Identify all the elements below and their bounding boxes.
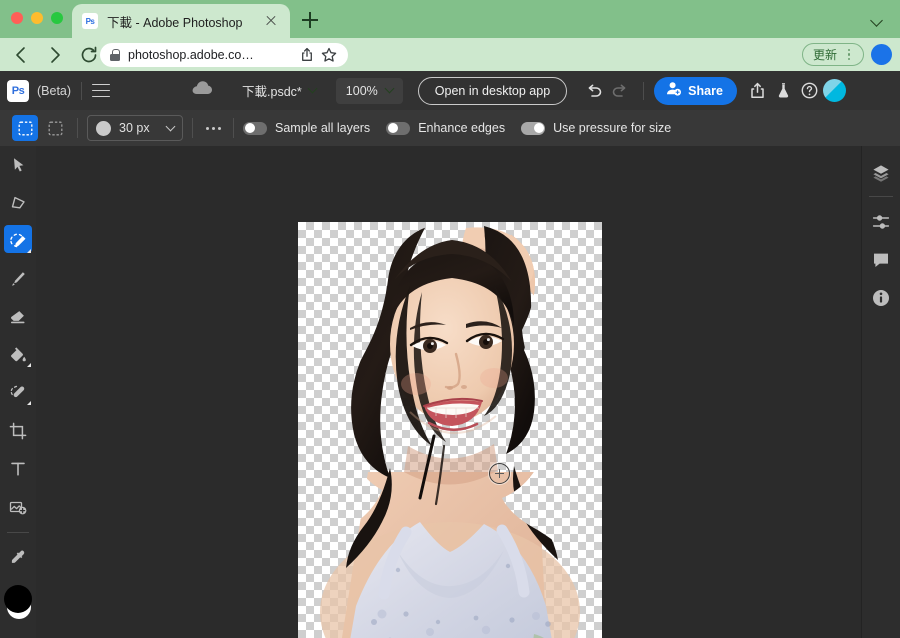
chevron-down-icon [307, 83, 318, 94]
divider [643, 81, 645, 100]
eraser-tool[interactable] [0, 298, 36, 336]
close-window-button[interactable] [11, 12, 23, 24]
help-circle-icon[interactable] [797, 78, 823, 104]
use-pressure-for-size-toggle[interactable] [521, 121, 546, 135]
profile-avatar[interactable] [871, 44, 892, 65]
person-add-icon [665, 80, 682, 102]
tool-flyout-indicator [27, 363, 31, 367]
more-options-icon[interactable] [202, 117, 224, 139]
open-in-desktop-app-button[interactable]: Open in desktop app [417, 76, 568, 105]
document-name-label: 下載.psdc* [242, 85, 302, 99]
plus-icon[interactable] [300, 10, 320, 30]
kebab-menu-icon[interactable] [842, 47, 856, 63]
divider [192, 118, 193, 138]
divider [233, 118, 234, 138]
tool-flyout-indicator [27, 401, 31, 405]
share-icon[interactable] [298, 46, 316, 64]
share-button[interactable]: Share [654, 76, 737, 105]
brush-size-value: 30 px [119, 121, 150, 135]
divider [81, 81, 83, 100]
photoshop-header: Ps (Beta) 下載.psdc* 100% Open in desktop … [0, 71, 900, 111]
tool-flyout-indicator [27, 249, 31, 253]
swap-arrows-icon[interactable] [0, 633, 36, 638]
color-swatches[interactable] [0, 577, 36, 633]
use-pressure-for-size-label: Use pressure for size [553, 121, 672, 135]
brush-size-selector[interactable]: 30 px [87, 115, 183, 141]
right-panel-rail [861, 146, 900, 638]
window-traffic-lights [11, 12, 63, 24]
update-button[interactable]: 更新 [801, 43, 864, 66]
minimize-window-button[interactable] [31, 12, 43, 24]
foreground-color-swatch[interactable] [4, 585, 32, 613]
divider [77, 118, 78, 138]
subtract-from-selection-icon[interactable] [42, 115, 68, 141]
tools-panel [0, 146, 37, 638]
beta-label: (Beta) [37, 83, 72, 98]
arrow-right-icon[interactable] [42, 42, 68, 68]
brush-tool[interactable] [0, 260, 36, 298]
add-to-selection-icon[interactable] [12, 115, 38, 141]
chevron-down-icon[interactable] [870, 12, 886, 27]
move-tool[interactable] [0, 146, 36, 184]
enhance-edges-toggle[interactable] [386, 121, 411, 135]
sliders-icon[interactable] [862, 203, 900, 241]
brush-circle-cursor [489, 463, 510, 484]
divider [869, 196, 893, 197]
undo-icon[interactable] [581, 78, 607, 104]
layers-icon[interactable] [862, 154, 900, 192]
document-canvas[interactable] [298, 222, 602, 638]
crop-tool[interactable] [0, 412, 36, 450]
tool-options-bar: 30 px Sample all layers Enhance edges Us… [0, 110, 900, 147]
update-button-label: 更新 [812, 48, 837, 62]
chevron-down-icon [165, 121, 176, 131]
quick-selection-tool[interactable] [0, 222, 36, 260]
sample-all-layers-label: Sample all layers [275, 121, 371, 135]
photoshop-app: Ps (Beta) 下載.psdc* 100% Open in desktop … [0, 71, 900, 638]
browser-toolbar: photoshop.adobe.co… 更新 [0, 38, 900, 71]
enhance-edges-label: Enhance edges [418, 121, 506, 135]
ps-icon: Ps [82, 13, 98, 29]
user-avatar[interactable] [822, 79, 846, 102]
star-icon[interactable] [320, 46, 338, 64]
eyedropper-tool[interactable] [0, 539, 36, 577]
brush-preview-icon [96, 120, 111, 136]
export-icon[interactable] [745, 78, 771, 104]
divider [7, 532, 29, 533]
app-root: Ps 下載 - Adobe Photoshop photoshop.adobe.… [0, 0, 900, 638]
address-bar[interactable]: photoshop.adobe.co… [100, 43, 348, 67]
paint-bucket-tool[interactable] [0, 336, 36, 374]
close-icon[interactable] [262, 12, 280, 30]
browser-tabstrip: Ps 下載 - Adobe Photoshop [0, 0, 900, 38]
redo-icon[interactable] [607, 78, 633, 104]
lock-icon [110, 49, 120, 61]
transform-tool[interactable] [0, 184, 36, 222]
reload-icon[interactable] [76, 42, 102, 68]
share-button-label: Share [688, 83, 723, 98]
url-text: photoshop.adobe.co… [128, 48, 254, 62]
zoom-level-selector[interactable]: 100% [335, 77, 403, 104]
chevron-down-icon [384, 83, 395, 94]
place-image-tool[interactable] [0, 488, 36, 526]
type-tool[interactable] [0, 450, 36, 488]
flask-icon[interactable] [771, 78, 797, 104]
sample-all-layers-toggle[interactable] [243, 121, 267, 135]
comment-bubble-icon[interactable] [862, 241, 900, 279]
canvas-artwork [320, 226, 600, 638]
info-circle-icon[interactable] [862, 279, 900, 317]
canvas-area[interactable] [36, 146, 862, 638]
tab-title: 下載 - Adobe Photoshop [107, 15, 243, 30]
spot-healing-tool[interactable] [0, 374, 36, 412]
cloud-icon [190, 79, 214, 102]
browser-tab[interactable]: Ps 下載 - Adobe Photoshop [72, 4, 290, 38]
arrow-left-icon[interactable] [8, 42, 34, 68]
document-name[interactable]: 下載.psdc* [242, 81, 318, 100]
hamburger-menu-icon[interactable] [92, 83, 111, 98]
maximize-window-button[interactable] [51, 12, 63, 24]
ps-logo-icon: Ps [7, 79, 29, 102]
zoom-level-value: 100% [345, 83, 378, 98]
